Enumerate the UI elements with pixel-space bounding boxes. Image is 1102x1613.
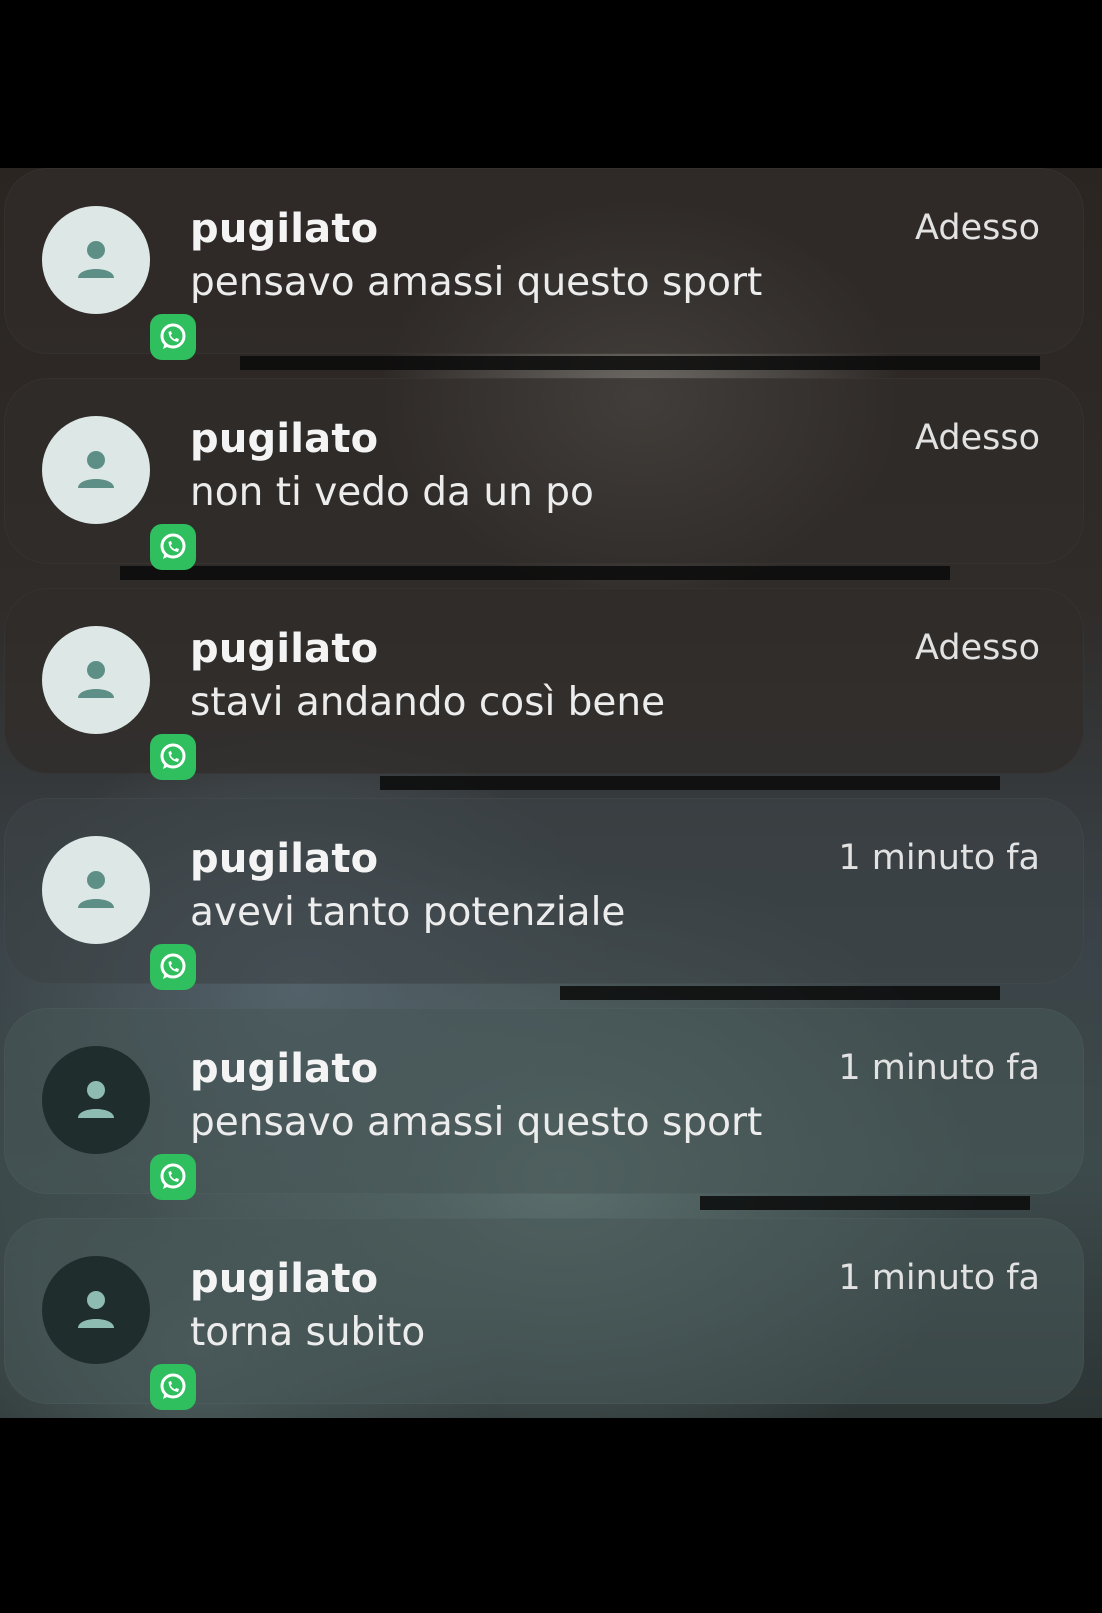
notification-message: non ti vedo da un po: [190, 470, 594, 515]
notification-message: pensavo amassi questo sport: [190, 260, 763, 305]
notification-sender: pugilato: [190, 626, 379, 672]
whatsapp-icon: [150, 314, 196, 360]
notification-time: Adesso: [915, 208, 1040, 248]
whatsapp-icon: [150, 944, 196, 990]
avatar: [42, 416, 196, 570]
notification-time: 1 minuto fa: [838, 1258, 1040, 1298]
person-icon: [78, 1291, 114, 1328]
notification-sender: pugilato: [190, 1256, 379, 1302]
background-stripe: [380, 776, 1000, 790]
background-stripe: [560, 986, 1000, 1000]
notification-card[interactable]: pugilato non ti vedo da un po Adesso: [4, 378, 1084, 570]
notification-message: avevi tanto potenziale: [190, 890, 626, 935]
avatar: [42, 626, 196, 780]
notification-card[interactable]: pugilato avevi tanto potenziale 1 minuto…: [4, 798, 1084, 990]
notification-card[interactable]: pugilato pensavo amassi questo sport 1 m…: [4, 1008, 1084, 1200]
background-photo: pugilato pensavo amassi questo sport Ade…: [0, 168, 1102, 1418]
person-icon: [78, 241, 114, 278]
notification-message: pensavo amassi questo sport: [190, 1100, 763, 1145]
notification-message: stavi andando così bene: [190, 680, 666, 725]
notification-time: Adesso: [915, 418, 1040, 458]
notification-time: 1 minuto fa: [838, 838, 1040, 878]
background-stripe: [700, 1196, 1030, 1210]
whatsapp-icon: [150, 524, 196, 570]
whatsapp-icon: [150, 1364, 196, 1410]
background-stripe: [240, 356, 1040, 370]
person-icon: [78, 661, 114, 698]
whatsapp-icon: [150, 1154, 196, 1200]
notification-time: Adesso: [915, 628, 1040, 668]
person-icon: [78, 871, 114, 908]
person-icon: [78, 1081, 114, 1118]
notification-sender: pugilato: [190, 206, 379, 252]
avatar: [42, 1256, 196, 1410]
notification-card[interactable]: pugilato stavi andando così bene Adesso: [4, 588, 1084, 780]
notification-time: 1 minuto fa: [838, 1048, 1040, 1088]
notification-card[interactable]: pugilato pensavo amassi questo sport Ade…: [4, 168, 1084, 360]
background-stripe: [120, 566, 950, 580]
notification-sender: pugilato: [190, 1046, 379, 1092]
avatar: [42, 1046, 196, 1200]
avatar: [42, 836, 196, 990]
notification-sender: pugilato: [190, 836, 379, 882]
avatar: [42, 206, 196, 360]
whatsapp-icon: [150, 734, 196, 780]
notification-message: torna subito: [190, 1310, 426, 1355]
notification-card[interactable]: pugilato torna subito 1 minuto fa: [4, 1218, 1084, 1410]
notification-sender: pugilato: [190, 416, 379, 462]
person-icon: [78, 451, 114, 488]
